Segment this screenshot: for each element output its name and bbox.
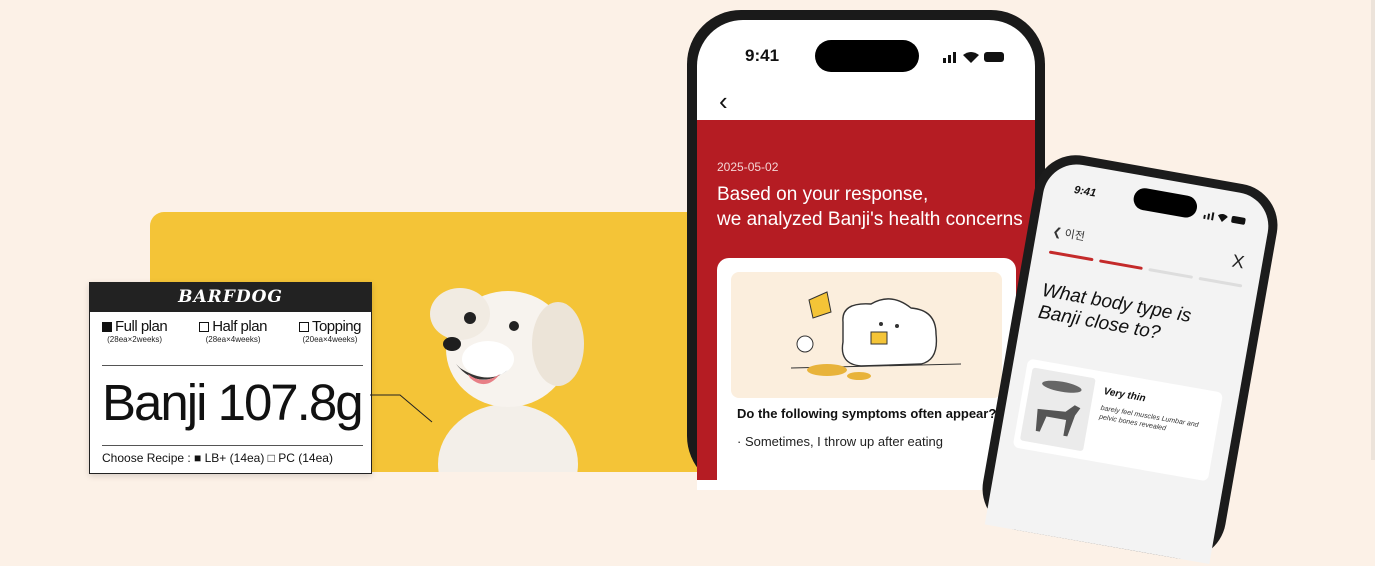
page-edge xyxy=(1371,0,1375,460)
progress-bar xyxy=(1048,250,1243,288)
recipe-choice: Choose Recipe : ■ LB+ (14ea) □ PC (14ea) xyxy=(102,451,333,465)
plan-options: Full plan (28ea×2weeks) Half plan (28ea×… xyxy=(90,312,371,344)
back-label: 이전 xyxy=(1063,227,1086,244)
option-very-thin[interactable]: Very thin barely feel muscles Lumbar and… xyxy=(1012,358,1224,482)
report-title-line: we analyzed Banji's health concerns xyxy=(717,209,1023,230)
symptom-question: Do the following symptoms often appear? xyxy=(737,406,997,421)
plan-option-half[interactable]: Half plan (28ea×4weeks) xyxy=(199,318,267,344)
checkbox-checked-icon xyxy=(102,322,112,332)
plan-detail: (20ea×4weeks) xyxy=(302,335,358,344)
plan-detail: (28ea×2weeks) xyxy=(107,335,163,344)
report-title-line: Based on your response, xyxy=(717,184,929,205)
symptom-answer[interactable]: · Sometimes, I throw up after eating xyxy=(737,434,943,449)
report-title: Based on your response, we analyzed Banj… xyxy=(717,182,1027,232)
symptom-card: Do the following symptoms often appear? … xyxy=(717,258,1016,490)
checkbox-empty-icon xyxy=(298,322,309,332)
quiz-question: What body type is Banji close to? xyxy=(1036,280,1241,358)
dynamic-island xyxy=(1131,186,1199,220)
back-button[interactable]: ❮ 이전 xyxy=(1051,223,1086,244)
plan-name: Half plan xyxy=(212,318,267,335)
plan-name: Topping xyxy=(311,318,362,335)
progress-segment xyxy=(1197,276,1243,288)
progress-segment xyxy=(1148,268,1193,279)
plan-option-full[interactable]: Full plan (28ea×2weeks) xyxy=(102,318,168,344)
brand-logo: BARFDOG xyxy=(90,283,371,312)
back-arrow-icon[interactable]: ‹ xyxy=(719,88,728,114)
status-bar: 9:41 xyxy=(697,20,1035,110)
sick-dog-illustration xyxy=(790,291,962,380)
checkbox-empty-icon xyxy=(199,322,210,332)
divider xyxy=(102,445,363,446)
option-title: Very thin xyxy=(1102,386,1147,405)
dynamic-island xyxy=(815,40,919,72)
report-header: 2025-05-02 Based on your response, we an… xyxy=(697,120,1035,490)
plan-option-topping[interactable]: Topping (20ea×4weeks) xyxy=(298,318,362,344)
thin-dog-image xyxy=(1019,367,1096,452)
status-icons xyxy=(943,52,1004,63)
portion-weight: Banji 107.8g xyxy=(102,374,364,431)
dog-image xyxy=(430,288,584,472)
close-icon[interactable]: X xyxy=(1230,251,1246,274)
illustration xyxy=(731,272,1002,398)
plan-detail: (28ea×4weeks) xyxy=(205,335,261,344)
plan-name: Full plan xyxy=(115,318,168,335)
option-description: barely feel muscles Lumbar and pelvic bo… xyxy=(1098,404,1199,433)
status-time: 9:41 xyxy=(745,46,780,65)
status-icons xyxy=(1203,212,1246,225)
phone-screen: 9:41 ‹ 2025-05-02 Based on your response… xyxy=(697,20,1035,490)
pointer-line xyxy=(370,394,433,423)
progress-segment xyxy=(1048,250,1094,262)
status-time: 9:41 xyxy=(1073,183,1097,200)
phone-health-report: 9:41 ‹ 2025-05-02 Based on your response… xyxy=(687,10,1045,490)
thin-dog-icon xyxy=(1035,380,1082,437)
divider xyxy=(102,365,363,366)
report-date: 2025-05-02 xyxy=(717,160,779,174)
progress-segment xyxy=(1098,259,1143,270)
food-label-card: BARFDOG Full plan (28ea×2weeks) Half pla… xyxy=(89,282,372,474)
